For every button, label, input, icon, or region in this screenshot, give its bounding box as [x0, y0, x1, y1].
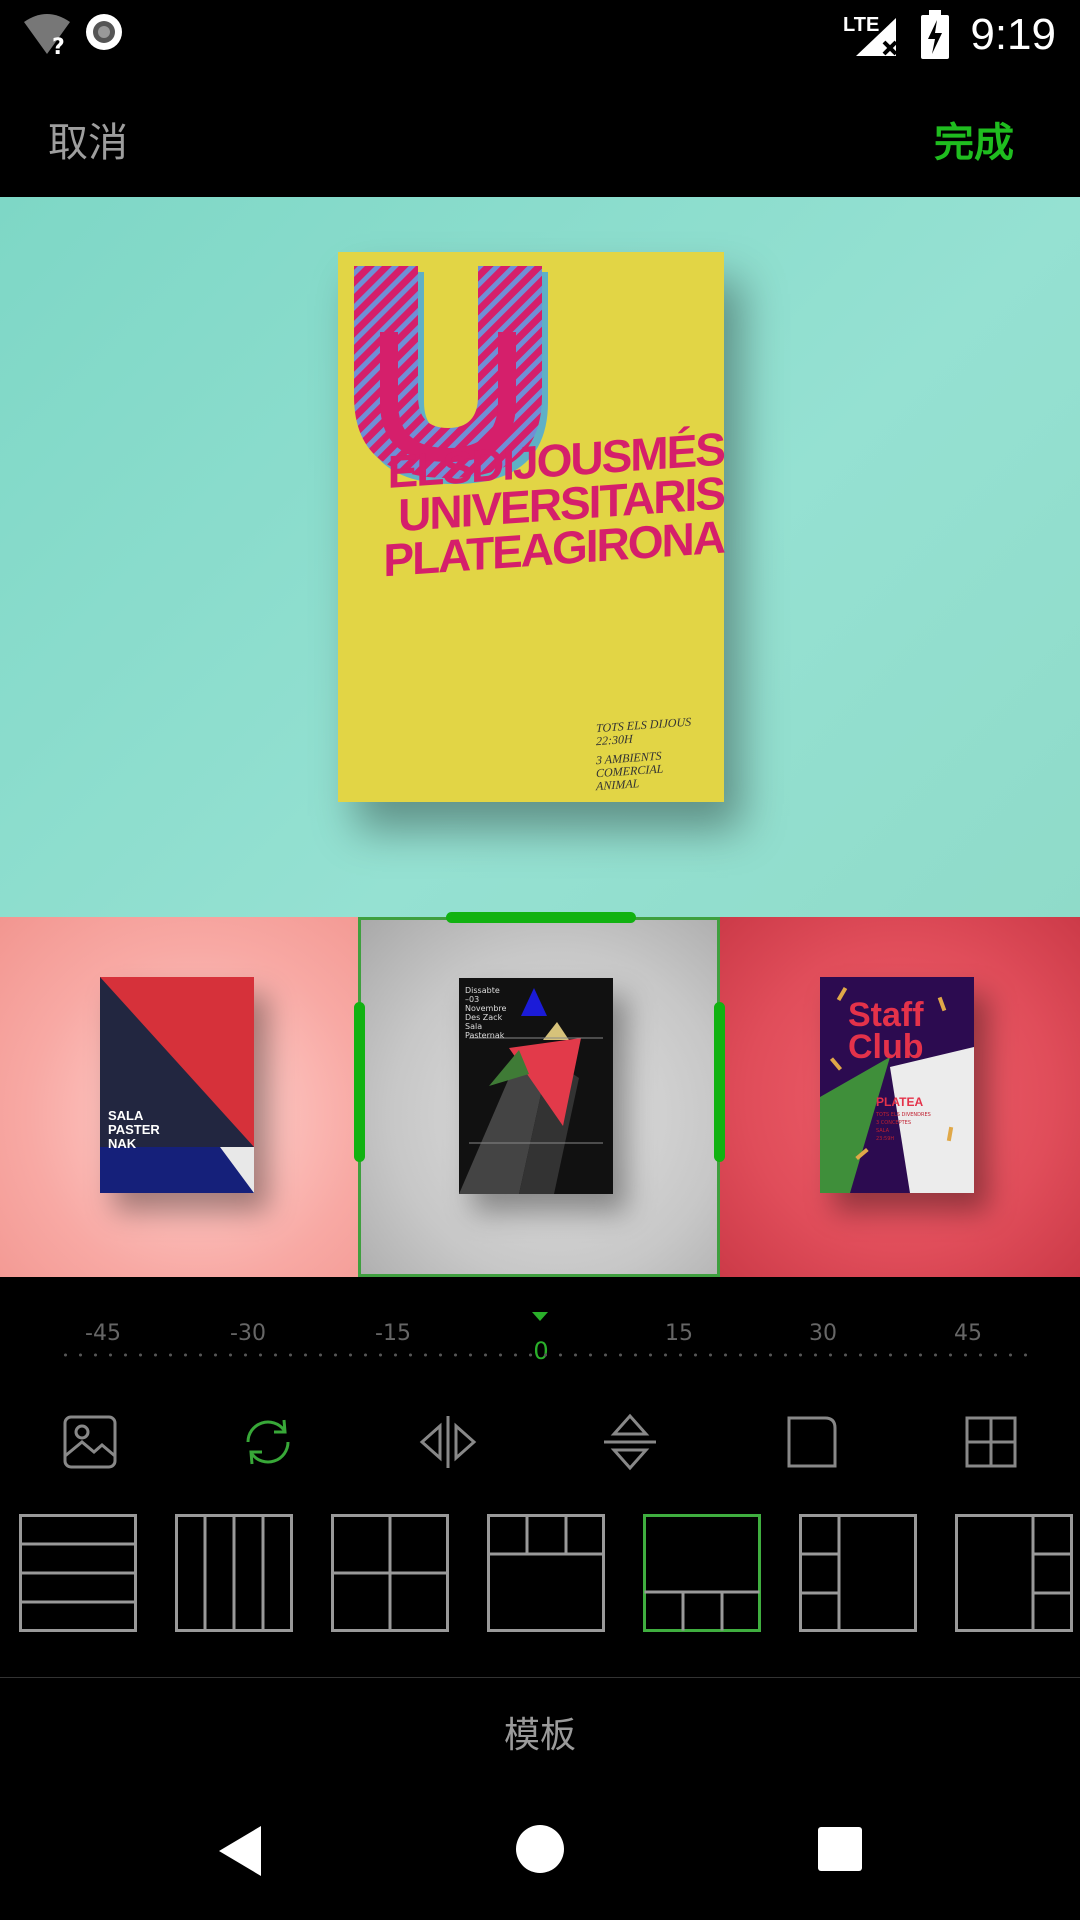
thumb-text-line: SALA: [108, 1108, 144, 1123]
poster-headline: ELSDIJOUSMÉS UNIVERSITARIS PLATEAGIRONA: [338, 423, 724, 587]
template-one-top-three-bottom[interactable]: [643, 1514, 761, 1632]
status-time: 9:19: [970, 10, 1056, 59]
poster-fine-print: TOTS ELS DIJOUS 22:30H 3 AMBIENTS COMERC…: [596, 714, 716, 794]
thumb-title: Staff Club: [848, 996, 924, 1066]
image-icon[interactable]: [60, 1412, 120, 1472]
resize-handle-top[interactable]: [446, 912, 636, 923]
ruler-dots: [58, 1353, 1028, 1357]
ruler-tick-label: 30: [809, 1321, 837, 1346]
poster-image: ELSDIJOUSMÉS UNIVERSITARIS PLATEAGIRONA …: [338, 252, 724, 802]
lte-signal-icon: [856, 18, 898, 56]
thumb-text-line: SALA: [876, 1128, 890, 1134]
tab-templates[interactable]: 模板: [0, 1706, 1080, 1758]
flip-vertical-icon[interactable]: [600, 1412, 660, 1472]
done-button[interactable]: 完成: [934, 110, 1014, 168]
ruler-tick-label: -15: [375, 1321, 411, 1346]
thumb-text-line: Sala: [465, 1022, 483, 1031]
thumb-text-line: Dissabte: [465, 986, 500, 995]
grid-icon[interactable]: [961, 1412, 1021, 1472]
thumb-text-line: Staff: [848, 996, 924, 1034]
thumb-text-line: PASTER: [108, 1122, 160, 1137]
thumb-text-line: NAK: [108, 1136, 137, 1151]
ruler-indicator-icon: [532, 1312, 548, 1321]
navigation-bar: [0, 1784, 1080, 1920]
ruler-tick-label: 15: [665, 1321, 693, 1346]
ruler-tick-label: 45: [954, 1321, 982, 1346]
template-three-left-one-right[interactable]: [799, 1514, 917, 1632]
thumb-text-line: Des Zack: [465, 1013, 503, 1022]
ruler-current-value: 0: [533, 1337, 549, 1365]
template-row: [0, 1512, 1080, 1634]
template-four-columns[interactable]: [175, 1514, 293, 1632]
rotate-icon[interactable]: [238, 1412, 298, 1472]
corner-icon[interactable]: [781, 1412, 841, 1472]
thumb-fine-print: TOTS ELS DIVENDRES 3 CONCEPTES SALA 23:5…: [876, 1111, 931, 1143]
thumb-text-line: 23:59H: [876, 1136, 895, 1142]
status-bar: ? LTE 9:19: [0, 0, 1080, 72]
photo-tile-sala-pasternak[interactable]: SALA PASTER NAK: [0, 917, 358, 1277]
template-three-rows[interactable]: [19, 1514, 137, 1632]
flip-horizontal-icon[interactable]: [418, 1412, 478, 1472]
back-icon[interactable]: [215, 1824, 265, 1878]
home-icon[interactable]: [515, 1824, 565, 1874]
thumb-text-line: –03: [465, 995, 480, 1004]
thumb-text: Dissabte –03 Novembre Des Zack Sala Past…: [465, 986, 506, 1040]
photo-tile-dark-poster[interactable]: Dissabte –03 Novembre Des Zack Sala Past…: [358, 917, 720, 1277]
thumb-text-line: 3 CONCEPTES: [876, 1120, 911, 1126]
tool-row: [0, 1402, 1080, 1482]
template-one-left-three-right[interactable]: [955, 1514, 1073, 1632]
thumb-text-line: Club: [848, 1028, 924, 1066]
poster-thumbnail-art: [100, 977, 254, 1193]
template-three-top-one-bottom[interactable]: [487, 1514, 605, 1632]
ruler-tick-label: -30: [230, 1321, 266, 1346]
divider: [0, 1677, 1080, 1678]
wifi-unknown-icon: ?: [24, 14, 70, 58]
poster-thumbnail: SALA PASTER NAK: [100, 977, 254, 1193]
resize-handle-left[interactable]: [354, 1002, 365, 1162]
photo-strip: SALA PASTER NAK Dissabte –03 Novembre De…: [0, 912, 1080, 1277]
battery-charging-icon: [921, 10, 949, 59]
main-photo-canvas[interactable]: ELSDIJOUSMÉS UNIVERSITARIS PLATEAGIRONA …: [0, 197, 1080, 917]
ruler-tick-label: -45: [85, 1321, 121, 1346]
rotation-ruler[interactable]: -45 -30 -15 15 30 45 0: [0, 1277, 1080, 1397]
top-bar: [0, 72, 1080, 197]
thumb-text: SALA PASTER NAK: [108, 1109, 160, 1151]
cancel-button[interactable]: 取消: [48, 110, 128, 168]
record-icon: [86, 14, 122, 50]
thumb-text-line: Novembre: [465, 1004, 507, 1013]
template-grid-2x2[interactable]: [331, 1514, 449, 1632]
poster-thumbnail: Dissabte –03 Novembre Des Zack Sala Past…: [459, 978, 613, 1194]
photo-tile-staff-club[interactable]: Staff Club PLATEA TOTS ELS DIVENDRES 3 C…: [720, 917, 1080, 1277]
resize-handle-right[interactable]: [714, 1002, 725, 1162]
thumb-subtitle: PLATEA: [876, 1095, 924, 1109]
thumb-text-line: TOTS ELS DIVENDRES: [876, 1112, 931, 1118]
recents-icon[interactable]: [817, 1826, 863, 1872]
poster-thumbnail: Staff Club PLATEA TOTS ELS DIVENDRES 3 C…: [820, 977, 974, 1193]
svg-text:?: ?: [52, 35, 65, 58]
thumb-text-line: Pasternak: [465, 1031, 505, 1040]
